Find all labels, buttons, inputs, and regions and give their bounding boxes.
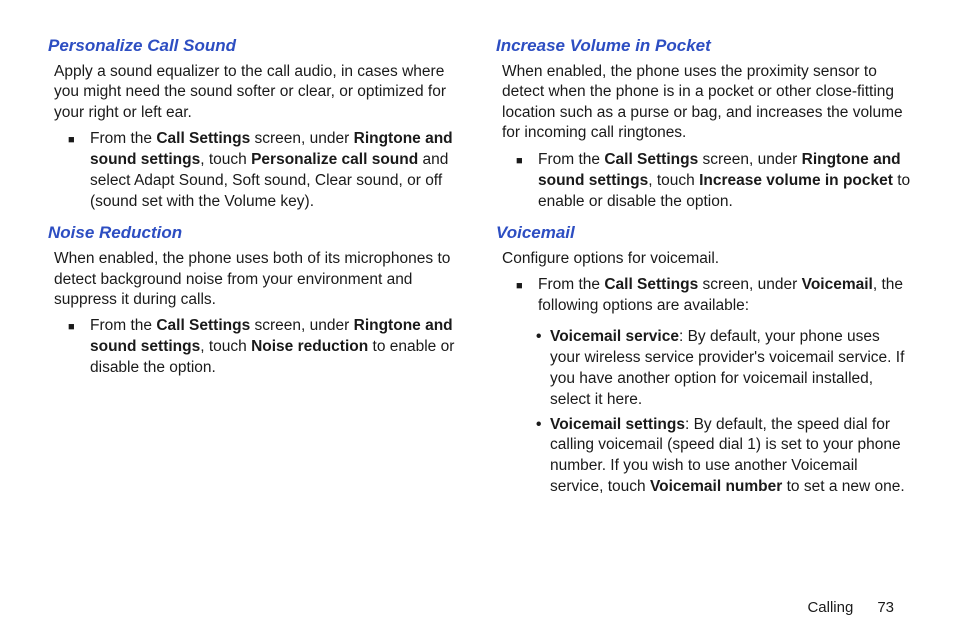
sub-voicemail-settings: • Voicemail settings: By default, the sp… (536, 415, 914, 499)
step-noise: ■ From the Call Settings screen, under R… (68, 316, 466, 379)
para-noise: When enabled, the phone uses both of its… (54, 249, 466, 310)
square-bullet-icon: ■ (68, 316, 90, 379)
sub-voicemail-service: • Voicemail service: By default, your ph… (536, 327, 914, 411)
right-column: Increase Volume in Pocket When enabled, … (496, 30, 914, 581)
bullet-dot-icon: • (536, 415, 550, 499)
heading-personalize-call-sound: Personalize Call Sound (48, 36, 466, 56)
heading-voicemail: Voicemail (496, 223, 914, 243)
bullet-dot-icon: • (536, 327, 550, 411)
heading-noise-reduction: Noise Reduction (48, 223, 466, 243)
heading-increase-volume: Increase Volume in Pocket (496, 36, 914, 56)
step-increase: ■ From the Call Settings screen, under R… (516, 150, 914, 213)
para-personalize: Apply a sound equalizer to the call audi… (54, 62, 466, 123)
square-bullet-icon: ■ (516, 275, 538, 317)
footer-section: Calling (807, 599, 853, 616)
left-column: Personalize Call Sound Apply a sound equ… (48, 30, 466, 581)
para-increase: When enabled, the phone uses the proximi… (502, 62, 914, 144)
page-footer: Calling 73 (48, 581, 914, 616)
step-voicemail: ■ From the Call Settings screen, under V… (516, 275, 914, 317)
square-bullet-icon: ■ (516, 150, 538, 213)
para-voicemail: Configure options for voicemail. (502, 249, 914, 269)
footer-page-number: 73 (877, 599, 894, 616)
step-personalize: ■ From the Call Settings screen, under R… (68, 129, 466, 213)
square-bullet-icon: ■ (68, 129, 90, 213)
